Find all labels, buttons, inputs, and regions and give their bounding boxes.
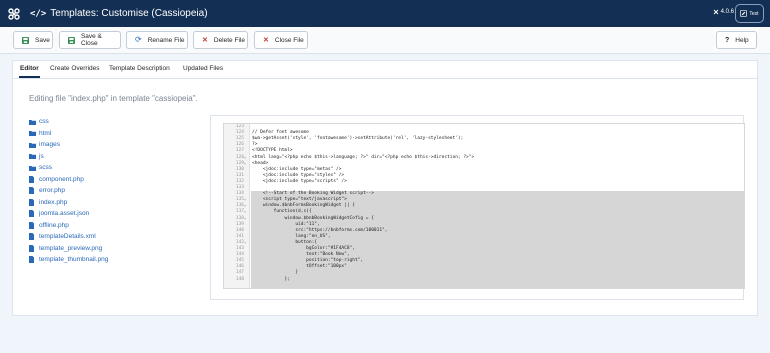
top-header: </> Templates: Customise (Cassiopeia) 4.… <box>0 0 770 27</box>
rename-file-label: Rename File <box>147 36 185 44</box>
save-close-label: Save & Close <box>80 33 102 47</box>
help-button[interactable]: ? Help <box>716 31 757 49</box>
file-icon <box>29 256 37 263</box>
tab-editor[interactable]: Editor <box>19 65 40 78</box>
file-item[interactable]: component.php <box>29 175 84 183</box>
joomla-small-icon <box>713 9 718 15</box>
folder-label: scss <box>39 164 52 171</box>
file-icon <box>29 233 37 240</box>
user-name: Test <box>749 10 759 17</box>
folder-icon <box>29 165 37 171</box>
file-item[interactable]: error.php <box>29 187 65 194</box>
save-close-button[interactable]: Save & Close <box>59 31 121 49</box>
file-icon <box>29 210 37 217</box>
template-editor-card: Editor Create Overrides Template Descrip… <box>12 60 758 316</box>
tab-updated-files[interactable]: Updated Files <box>183 65 223 72</box>
code-text: }; <box>252 276 290 282</box>
folder-icon <box>29 153 37 159</box>
file-label: error.php <box>39 187 66 194</box>
delete-file-label: Delete File <box>213 36 245 44</box>
folder-item[interactable]: js <box>29 153 44 160</box>
file-label: joomla.asset.json <box>39 210 90 217</box>
folder-icon <box>29 119 37 125</box>
file-icon <box>29 187 37 194</box>
code-line: 148 }; <box>224 277 744 283</box>
tab-template-description[interactable]: Template Description <box>109 65 170 72</box>
file-item[interactable]: template_thumbnail.png <box>29 256 108 263</box>
version-text: 4.0.6 <box>720 9 734 15</box>
user-menu-button[interactable]: Test <box>735 4 764 23</box>
save-button[interactable]: Save <box>13 31 53 49</box>
file-icon <box>29 198 37 206</box>
folder-label: js <box>39 152 44 160</box>
code-editor-panel: 123 124// Defer font awesome 125 $wa->getAs… <box>210 115 745 300</box>
file-item[interactable]: templateDetails.xml <box>29 233 96 240</box>
page-title: Templates: Customise (Cassiopeia) <box>50 8 208 19</box>
close-icon: ✕ <box>202 36 208 44</box>
edit-user-icon <box>740 10 748 17</box>
close-file-label: Close File <box>274 36 304 44</box>
save-icon <box>68 36 75 44</box>
joomla-logo-icon[interactable] <box>5 5 23 23</box>
version-indicator: 4.0.6 <box>713 9 734 15</box>
file-label: template_thumbnail.png <box>39 256 109 263</box>
folder-item[interactable]: images <box>29 141 60 148</box>
save-icon <box>22 36 29 44</box>
folder-label: html <box>39 129 52 137</box>
file-label: template_preview.png <box>39 244 103 252</box>
file-item[interactable]: joomla.asset.json <box>29 210 89 217</box>
file-icon <box>29 244 37 252</box>
file-icon <box>29 221 37 229</box>
tab-bar: Editor Create Overrides Template Descrip… <box>13 61 757 79</box>
folder-item[interactable]: scss <box>29 164 52 171</box>
folder-item[interactable]: html <box>29 130 51 137</box>
file-label: offline.php <box>39 221 69 229</box>
file-label: templateDetails.xml <box>39 233 96 240</box>
file-label: index.php <box>39 198 68 206</box>
rename-file-button[interactable]: ⟳ Rename File <box>126 31 188 49</box>
file-item-active[interactable]: index.php <box>29 198 68 206</box>
close-icon: ✕ <box>263 36 269 44</box>
file-item[interactable]: template_preview.png <box>29 244 103 252</box>
code-icon: </> <box>30 8 47 19</box>
folder-label: css <box>39 118 49 125</box>
folder-item[interactable]: css <box>29 118 49 125</box>
folder-label: images <box>39 141 60 148</box>
editing-file-label: Editing file "index.php" in template "ca… <box>29 94 198 103</box>
file-item[interactable]: offline.php <box>29 221 69 229</box>
toolbar: Save Save & Close ⟳ Rename File ✕ Delete… <box>0 27 770 54</box>
tab-create-overrides[interactable]: Create Overrides <box>50 65 100 72</box>
code-editor[interactable]: 123 124// Defer font awesome 125 $wa->getAs… <box>223 123 745 289</box>
close-file-button[interactable]: ✕ Close File <box>254 31 308 49</box>
folder-icon <box>29 130 37 136</box>
help-label: Help <box>735 36 749 44</box>
line-number: 148 <box>235 276 244 282</box>
file-label: component.php <box>39 175 84 183</box>
refresh-icon: ⟳ <box>135 35 142 44</box>
file-icon <box>29 175 37 183</box>
save-label: Save <box>35 36 50 44</box>
delete-file-button[interactable]: ✕ Delete File <box>193 31 248 49</box>
question-icon: ? <box>725 36 730 44</box>
folder-icon <box>29 142 37 148</box>
